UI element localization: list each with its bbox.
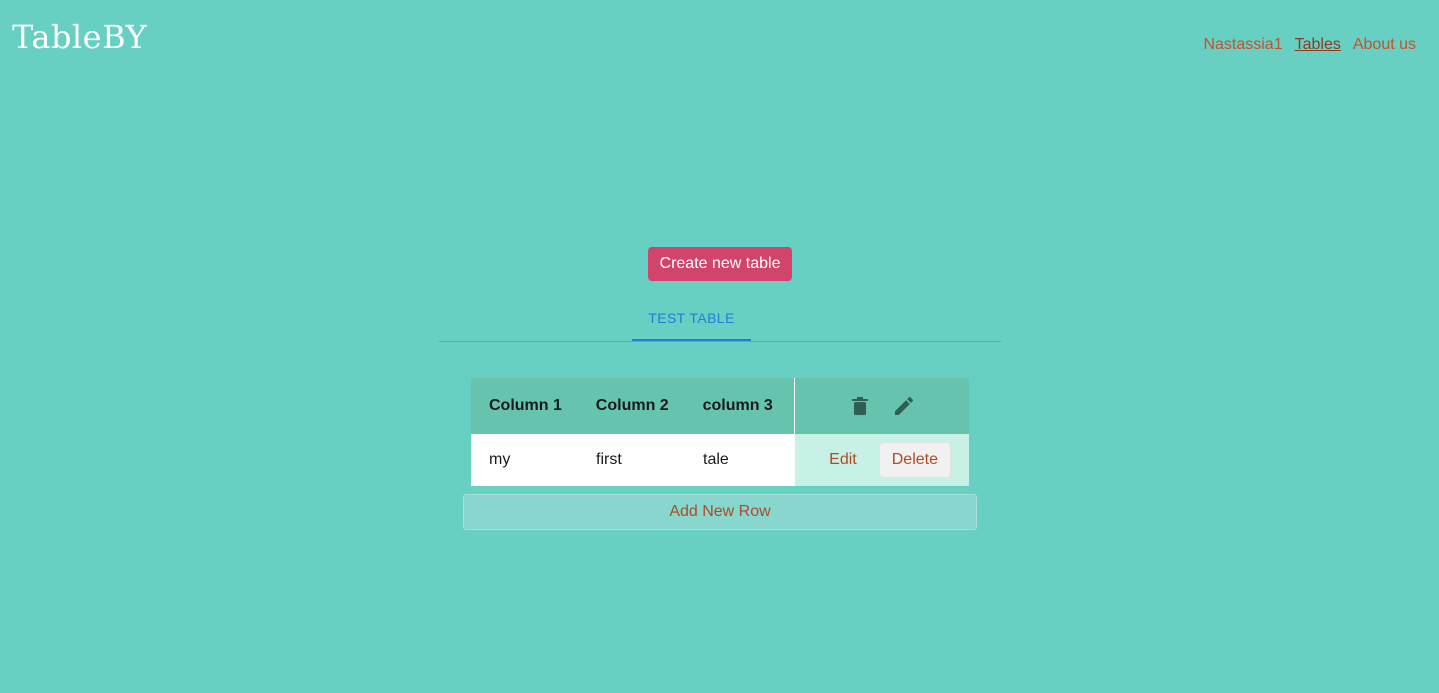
pencil-icon[interactable] — [893, 395, 915, 417]
table-row: my first tale Edit Delete — [471, 434, 969, 486]
tab-test-table[interactable]: TEST TABLE — [632, 297, 751, 341]
add-new-row-button[interactable]: Add New Row — [463, 494, 977, 530]
nav-about-link[interactable]: About us — [1353, 36, 1416, 54]
delete-row-button[interactable]: Delete — [878, 442, 951, 478]
trash-icon[interactable] — [849, 395, 871, 417]
row-actions: Edit Delete — [795, 434, 969, 486]
column-header: column 3 — [702, 397, 773, 414]
data-table: Column 1 Column 2 column 3 my first tale — [471, 378, 969, 486]
edit-row-button[interactable]: Edit — [815, 443, 871, 477]
top-nav: Nastassia1 Tables About us — [1203, 36, 1416, 54]
table-cell: my — [471, 434, 578, 486]
nav-tables-link[interactable]: Tables — [1295, 36, 1341, 54]
table-tabs: TEST TABLE — [439, 297, 1001, 342]
create-table-button[interactable]: Create new table — [648, 247, 792, 281]
column-header: Column 1 — [489, 397, 562, 414]
nav-user-link[interactable]: Nastassia1 — [1203, 36, 1282, 54]
column-header: Column 2 — [595, 397, 669, 414]
table-cell: first — [578, 434, 687, 486]
app-logo[interactable]: TableBY — [12, 18, 147, 56]
header-actions — [794, 378, 969, 434]
table-header-row: Column 1 Column 2 column 3 — [471, 378, 969, 434]
table-cell: tale — [687, 434, 795, 486]
